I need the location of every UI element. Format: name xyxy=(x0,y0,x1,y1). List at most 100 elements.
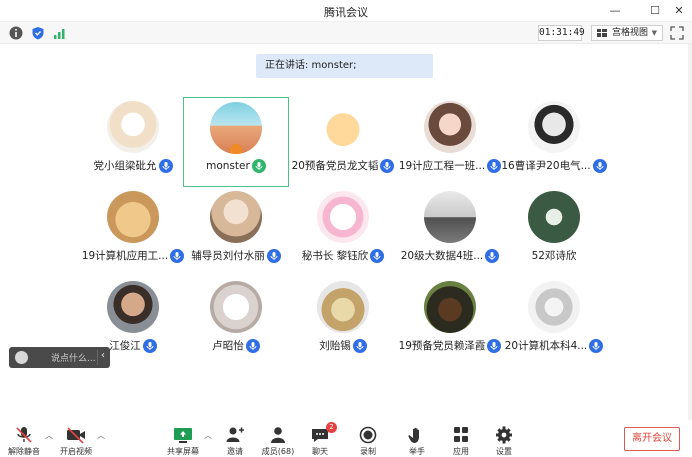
participant-name-row: 20预备党员龙文韬 xyxy=(290,158,396,174)
participant-avatar xyxy=(317,191,369,243)
participant-name-row: 20计算机本科4... xyxy=(501,338,607,354)
info-icon[interactable] xyxy=(9,26,23,40)
mic-status-icon xyxy=(158,158,173,173)
members-icon xyxy=(271,427,285,443)
apps-icon xyxy=(454,427,468,442)
participant-name: 52邓诗欣 xyxy=(531,250,577,262)
close-icon[interactable]: ✕ xyxy=(668,2,690,20)
fullscreen-icon[interactable] xyxy=(670,26,684,40)
chat-placeholder[interactable]: 说点什么... xyxy=(51,351,96,364)
divider xyxy=(97,350,98,365)
participant-avatar xyxy=(528,101,580,153)
participant-avatar xyxy=(107,101,159,153)
title-bar: 腾讯会议 — ☐ ✕ xyxy=(0,0,692,22)
participant-avatar xyxy=(424,281,476,333)
participant-name: 刘贻锡 xyxy=(319,340,351,352)
participant-avatar xyxy=(210,102,262,154)
signal-icon[interactable] xyxy=(53,26,67,40)
start-video-label: 开启视频 xyxy=(60,447,92,456)
participant-tile[interactable]: 卢昭怡 xyxy=(183,277,289,367)
participant-avatar xyxy=(317,101,369,153)
leave-meeting-button[interactable]: 离开会议 xyxy=(624,427,680,451)
share-options-chevron-icon[interactable]: ︿ xyxy=(204,430,212,441)
bottom-toolbar: 解除静音 ︿ 开启视频 ︿ 共享屏幕 ︿ 邀请 成员(68) 2 聊天 录制 举… xyxy=(0,420,692,457)
participant-tile[interactable]: 19计算机应用工... xyxy=(80,187,186,277)
participant-name-row: 秘书长 黎钰欣 xyxy=(290,248,396,264)
participant-name-row: 党小组梁砒允 xyxy=(80,158,186,174)
participant-tile[interactable]: 20计算机本科4... xyxy=(501,277,607,367)
participant-tile[interactable]: 刘贻锡 xyxy=(290,277,396,367)
chat-button[interactable]: 2 聊天 xyxy=(300,422,340,456)
participant-name: 卢昭怡 xyxy=(212,340,244,352)
participant-tile[interactable]: 20预备党员龙文韬 xyxy=(290,97,396,187)
shield-icon[interactable] xyxy=(31,26,45,40)
participant-avatar xyxy=(528,281,580,333)
maximize-icon[interactable]: ☐ xyxy=(644,2,666,20)
participant-avatar xyxy=(424,101,476,153)
view-label: 宫格视图 xyxy=(612,28,649,38)
participant-name: 20计算机本科4... xyxy=(504,340,588,352)
mic-muted-icon xyxy=(16,427,32,443)
collapse-icon[interactable]: ‹ xyxy=(101,350,105,361)
participant-tile[interactable]: 52邓诗欣 xyxy=(501,187,607,277)
mic-status-icon xyxy=(592,158,607,173)
participant-avatar xyxy=(107,281,159,333)
scrollbar[interactable] xyxy=(688,44,692,420)
participant-name: 19计应工程一班... xyxy=(398,160,486,172)
participant-name: 19预备党员赖泽霞 xyxy=(398,340,486,352)
participant-name: 19计算机应用工... xyxy=(81,250,169,262)
record-button[interactable]: 录制 xyxy=(348,424,388,456)
meeting-timer: 01:31:49 xyxy=(538,25,585,41)
meeting-toolbar: 01:31:49 宫格视图 ▼ xyxy=(0,22,692,44)
mic-status-icon xyxy=(487,158,502,173)
participant-name: 辅导员刘付水丽 xyxy=(191,250,265,262)
quick-chat-bar[interactable]: 说点什么... ‹ xyxy=(9,347,110,368)
mic-status-icon xyxy=(266,248,281,263)
audio-options-chevron-icon[interactable]: ︿ xyxy=(45,430,53,441)
video-options-chevron-icon[interactable]: ︿ xyxy=(97,430,105,441)
participant-tile[interactable]: 19预备党员赖泽霞 xyxy=(397,277,503,367)
camera-off-icon xyxy=(67,427,85,444)
settings-button[interactable]: 设置 xyxy=(484,424,524,456)
minimize-icon[interactable]: — xyxy=(604,2,626,20)
speaking-banner: 正在讲话: monster; xyxy=(256,54,433,78)
unmute-button[interactable]: 解除静音 xyxy=(4,424,44,456)
participant-avatar xyxy=(107,191,159,243)
participant-tile[interactable]: 秘书长 黎钰欣 xyxy=(290,187,396,277)
mic-status-icon xyxy=(245,338,260,353)
emoji-icon[interactable] xyxy=(15,351,28,364)
gear-icon xyxy=(496,426,512,444)
host-badge-icon xyxy=(230,144,242,154)
participant-name-row: 52邓诗欣 xyxy=(501,248,607,264)
participant-tile[interactable]: 19计应工程一班... xyxy=(397,97,503,187)
participant-avatar xyxy=(210,191,262,243)
participant-tile[interactable]: monster xyxy=(183,97,289,187)
chat-unread-badge: 2 xyxy=(326,422,337,433)
participant-tile[interactable]: 20级大数据4班... xyxy=(397,187,503,277)
participant-tile[interactable]: 16曹译尹20电气... xyxy=(501,97,607,187)
participant-name-row: 刘贻锡 xyxy=(290,338,396,354)
invite-icon xyxy=(226,427,244,442)
share-screen-button[interactable]: 共享屏幕 xyxy=(163,424,203,456)
grid-icon xyxy=(597,29,607,37)
grid-view-dropdown[interactable]: 宫格视图 ▼ xyxy=(591,25,663,41)
mic-status-icon xyxy=(251,159,266,173)
settings-label: 设置 xyxy=(496,447,512,456)
start-video-button[interactable]: 开启视频 xyxy=(56,424,96,456)
participant-tile[interactable]: 党小组梁砒允 xyxy=(80,97,186,187)
mic-status-icon xyxy=(380,158,395,173)
hand-icon xyxy=(408,427,419,443)
participant-name: 20级大数据4班... xyxy=(400,250,484,262)
participant-tile[interactable]: 辅导员刘付水丽 xyxy=(183,187,289,277)
mic-status-icon xyxy=(487,338,502,353)
mic-status-icon xyxy=(485,248,500,263)
mic-status-icon xyxy=(142,338,157,353)
participant-name: 秘书长 黎钰欣 xyxy=(301,250,369,262)
participant-name-row: 卢昭怡 xyxy=(183,338,289,354)
window-title: 腾讯会议 xyxy=(324,6,368,19)
participant-avatar xyxy=(528,191,580,243)
participant-name: 20预备党员龙文韬 xyxy=(291,160,379,172)
mic-status-icon xyxy=(370,248,385,263)
participant-name-row: 19预备党员赖泽霞 xyxy=(397,338,503,354)
share-screen-icon xyxy=(174,428,192,443)
